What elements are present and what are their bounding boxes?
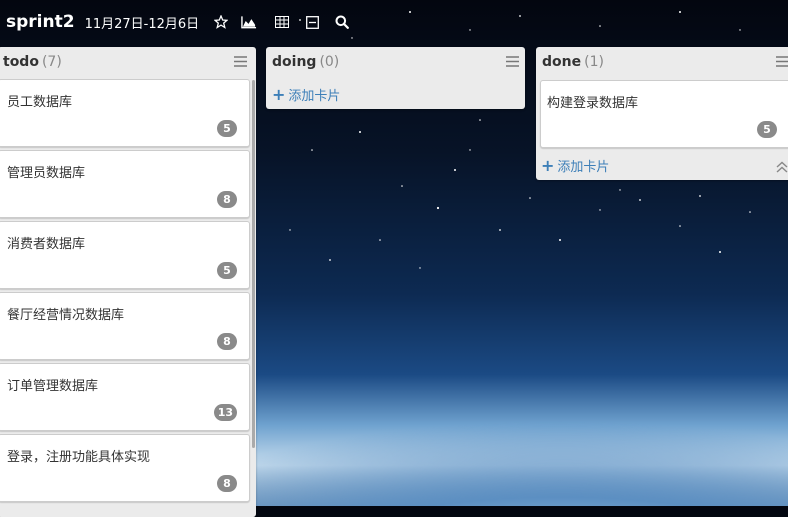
card[interactable]: 消费者数据库 5: [0, 221, 250, 289]
list-name[interactable]: doing: [272, 54, 316, 70]
story-points-badge: 13: [213, 404, 237, 421]
card-title: 餐厅经营情况数据库: [7, 308, 125, 323]
card-title: 登录，注册功能具体实现: [7, 450, 151, 465]
board-title[interactable]: sprint2: [6, 12, 75, 32]
add-card-label: 添加卡片: [557, 160, 610, 175]
add-card-label: 添加卡片: [288, 89, 341, 104]
story-points-badge: 8: [217, 191, 237, 208]
list-count: (1): [584, 54, 604, 70]
list-name[interactable]: todo: [3, 54, 39, 70]
sprint-date-range: 11月27日-12月6日: [84, 16, 200, 32]
plus-icon: +: [541, 155, 555, 175]
add-card-button[interactable]: + 添加卡片: [541, 156, 609, 175]
list-count: (0): [319, 54, 340, 70]
chart-icon[interactable]: [241, 14, 257, 30]
list-doing: doing (0) + 添加卡片: [266, 47, 525, 109]
list-menu-icon[interactable]: [234, 56, 247, 67]
card-title: 消费者数据库: [7, 237, 86, 252]
plus-icon: +: [272, 84, 286, 104]
collapse-icon[interactable]: [304, 14, 320, 30]
card[interactable]: 登录，注册功能具体实现 8: [0, 434, 250, 502]
list-menu-icon[interactable]: [776, 56, 788, 67]
story-points-badge: 5: [757, 121, 777, 138]
list-header: todo (7): [0, 47, 256, 77]
card-title: 构建登录数据库: [547, 96, 639, 111]
collapse-up-icon[interactable]: [776, 161, 788, 173]
story-points-badge: 8: [217, 333, 237, 350]
list-scrollbar[interactable]: [252, 80, 255, 448]
card-title: 员工数据库: [7, 95, 73, 110]
table-icon[interactable]: [274, 14, 290, 30]
card[interactable]: 管理员数据库 8: [0, 150, 250, 218]
list-count: (7): [41, 54, 62, 70]
add-card-button[interactable]: + 添加卡片: [272, 85, 340, 104]
card[interactable]: 员工数据库 5: [0, 79, 250, 147]
search-icon[interactable]: [334, 14, 350, 30]
card[interactable]: 构建登录数据库 5: [540, 80, 788, 148]
list-name[interactable]: done: [542, 54, 581, 70]
story-points-badge: 8: [217, 475, 237, 492]
card[interactable]: 订单管理数据库 13: [0, 363, 250, 431]
top-bar: sprint2 11月27日-12月6日: [0, 0, 788, 44]
star-icon[interactable]: [213, 14, 229, 30]
list-menu-icon[interactable]: [506, 56, 519, 67]
story-points-badge: 5: [217, 262, 237, 279]
list-header: doing (0): [266, 47, 525, 77]
card-title: 订单管理数据库: [7, 379, 99, 394]
card[interactable]: 餐厅经营情况数据库 8: [0, 292, 250, 360]
story-points-badge: 5: [217, 120, 237, 137]
card-title: 管理员数据库: [7, 166, 86, 181]
list-header: done (1): [536, 47, 788, 77]
